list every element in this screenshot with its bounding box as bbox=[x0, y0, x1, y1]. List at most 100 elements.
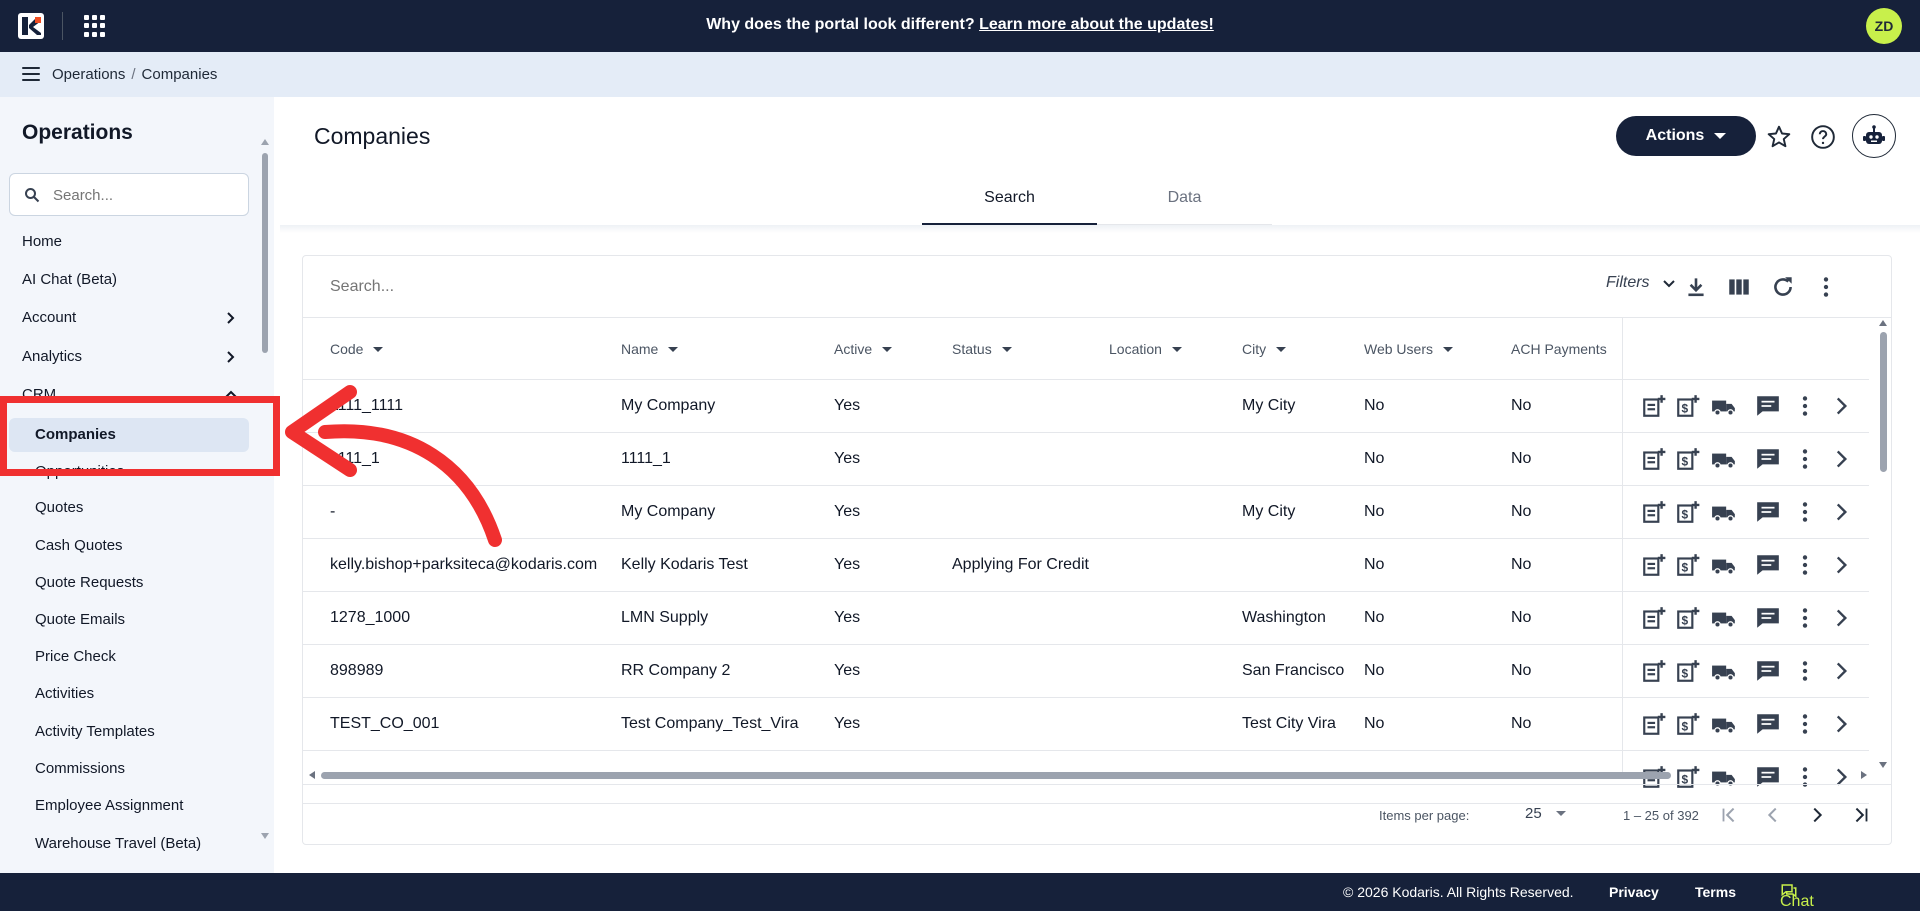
table-row[interactable]: 898989 RR Company 2 Yes San Francisco No No $ bbox=[303, 645, 1869, 698]
comment-icon[interactable] bbox=[1755, 711, 1781, 737]
add-payment-icon[interactable]: $ bbox=[1675, 711, 1701, 737]
first-page-icon[interactable] bbox=[1718, 804, 1740, 826]
previous-page-icon[interactable] bbox=[1762, 804, 1784, 826]
chevron-right-icon[interactable] bbox=[1828, 711, 1854, 737]
help-icon[interactable] bbox=[1810, 124, 1836, 150]
columns-icon[interactable] bbox=[1726, 274, 1752, 300]
table-row[interactable]: 1111_1 1111_1 Yes No No $ bbox=[303, 433, 1869, 486]
scrollbar-thumb[interactable] bbox=[1880, 332, 1887, 472]
shipping-truck-icon[interactable] bbox=[1711, 446, 1737, 472]
sidebar-item-activity-templates[interactable]: Activity Templates bbox=[35, 719, 155, 745]
scroll-down-arrow[interactable] bbox=[261, 833, 269, 839]
scrollbar-thumb[interactable] bbox=[321, 772, 1671, 779]
shipping-truck-icon[interactable] bbox=[1711, 658, 1737, 684]
add-note-icon[interactable] bbox=[1641, 499, 1667, 525]
comment-icon[interactable] bbox=[1755, 605, 1781, 631]
add-payment-icon[interactable]: $ bbox=[1675, 552, 1701, 578]
sidebar-item-cash-quotes[interactable]: Cash Quotes bbox=[35, 533, 123, 559]
table-row[interactable]: kelly.bishop+parksiteca@kodaris.com Kelly… bbox=[303, 539, 1869, 592]
more-vert-icon[interactable] bbox=[1813, 274, 1839, 300]
last-page-icon[interactable] bbox=[1850, 804, 1872, 826]
more-vert-icon[interactable] bbox=[1792, 393, 1818, 419]
add-note-icon[interactable] bbox=[1641, 552, 1667, 578]
scroll-up-arrow[interactable] bbox=[261, 139, 269, 145]
comment-icon[interactable] bbox=[1755, 499, 1781, 525]
table-horizontal-scrollbar[interactable] bbox=[307, 768, 1873, 782]
chevron-right-icon[interactable] bbox=[1828, 393, 1854, 419]
shipping-truck-icon[interactable] bbox=[1711, 393, 1737, 419]
column-header-name[interactable]: Name bbox=[621, 341, 679, 357]
more-vert-icon[interactable] bbox=[1792, 446, 1818, 472]
add-payment-icon[interactable]: $ bbox=[1675, 605, 1701, 631]
shipping-truck-icon[interactable] bbox=[1711, 552, 1737, 578]
sidebar-item-warehouse-travel[interactable]: Warehouse Travel (Beta) bbox=[35, 831, 201, 857]
chevron-right-icon[interactable] bbox=[1828, 658, 1854, 684]
sidebar-item-employee-assignment[interactable]: Employee Assignment bbox=[35, 793, 183, 819]
column-header-web-users[interactable]: Web Users bbox=[1364, 341, 1453, 357]
chevron-right-icon[interactable] bbox=[1828, 552, 1854, 578]
table-vertical-scrollbar[interactable] bbox=[1877, 318, 1889, 768]
footer-privacy-link[interactable]: Privacy bbox=[1609, 884, 1659, 900]
menu-hamburger-icon[interactable] bbox=[22, 67, 40, 81]
comment-icon[interactable] bbox=[1755, 658, 1781, 684]
column-header-city[interactable]: City bbox=[1242, 341, 1287, 357]
column-header-status[interactable]: Status bbox=[952, 341, 1012, 357]
breadcrumb-operations[interactable]: Operations bbox=[52, 66, 125, 83]
column-header-ach-payments[interactable]: ACH Payments bbox=[1511, 341, 1607, 357]
sidebar-item-quotes[interactable]: Quotes bbox=[35, 495, 83, 521]
chevron-right-icon[interactable] bbox=[1828, 499, 1854, 525]
more-vert-icon[interactable] bbox=[1792, 499, 1818, 525]
comment-icon[interactable] bbox=[1755, 393, 1781, 419]
add-note-icon[interactable] bbox=[1641, 393, 1667, 419]
shipping-truck-icon[interactable] bbox=[1711, 499, 1737, 525]
comment-icon[interactable] bbox=[1755, 552, 1781, 578]
sidebar-search-input[interactable] bbox=[53, 184, 233, 206]
add-note-icon[interactable] bbox=[1641, 658, 1667, 684]
scroll-right-arrow[interactable] bbox=[1861, 771, 1867, 779]
page-size-select[interactable]: 25 bbox=[1525, 805, 1566, 822]
shipping-truck-icon[interactable] bbox=[1711, 711, 1737, 737]
table-row[interactable]: TEST_CO_001 Test Company_Test_Vira Yes Test… bbox=[303, 698, 1869, 751]
filters-button[interactable]: Filters bbox=[1606, 274, 1676, 292]
more-vert-icon[interactable] bbox=[1792, 658, 1818, 684]
more-vert-icon[interactable] bbox=[1792, 552, 1818, 578]
sidebar-item-commissions[interactable]: Commissions bbox=[35, 756, 125, 782]
table-search-input[interactable] bbox=[330, 276, 1030, 298]
add-note-icon[interactable] bbox=[1641, 605, 1667, 631]
next-page-icon[interactable] bbox=[1806, 804, 1828, 826]
more-vert-icon[interactable] bbox=[1792, 605, 1818, 631]
apps-grid-icon[interactable] bbox=[84, 15, 106, 37]
star-icon[interactable] bbox=[1766, 124, 1792, 150]
actions-button[interactable]: Actions bbox=[1616, 116, 1756, 156]
sidebar-item-quote-emails[interactable]: Quote Emails bbox=[35, 607, 125, 633]
refresh-icon[interactable] bbox=[1770, 274, 1796, 300]
tab-data[interactable]: Data bbox=[1097, 177, 1272, 225]
table-row[interactable]: - My Company Yes My City No No $ bbox=[303, 486, 1869, 539]
scroll-down-arrow[interactable] bbox=[1879, 762, 1887, 768]
scroll-left-arrow[interactable] bbox=[309, 771, 315, 779]
sidebar-item-price-check[interactable]: Price Check bbox=[35, 644, 116, 670]
sidebar-item-quote-requests[interactable]: Quote Requests bbox=[35, 570, 143, 596]
comment-icon[interactable] bbox=[1755, 446, 1781, 472]
tab-search[interactable]: Search bbox=[922, 177, 1097, 225]
table-row[interactable]: 1278_1000 LMN Supply Yes Washington No No $ bbox=[303, 592, 1869, 645]
add-payment-icon[interactable]: $ bbox=[1675, 446, 1701, 472]
shipping-truck-icon[interactable] bbox=[1711, 605, 1737, 631]
add-payment-icon[interactable]: $ bbox=[1675, 658, 1701, 684]
sidebar-scrollbar[interactable] bbox=[258, 139, 270, 839]
download-icon[interactable] bbox=[1683, 274, 1709, 300]
sidebar-item-account[interactable]: Account bbox=[22, 305, 242, 331]
kodaris-logo[interactable] bbox=[18, 13, 44, 39]
column-header-location[interactable]: Location bbox=[1109, 341, 1182, 357]
more-vert-icon[interactable] bbox=[1792, 711, 1818, 737]
user-avatar[interactable]: ZD bbox=[1866, 8, 1902, 44]
add-note-icon[interactable] bbox=[1641, 446, 1667, 472]
add-payment-icon[interactable]: $ bbox=[1675, 499, 1701, 525]
add-note-icon[interactable] bbox=[1641, 711, 1667, 737]
scrollbar-thumb[interactable] bbox=[262, 153, 268, 353]
sidebar-item-analytics[interactable]: Analytics bbox=[22, 344, 242, 370]
chevron-right-icon[interactable] bbox=[1828, 605, 1854, 631]
chevron-right-icon[interactable] bbox=[1828, 446, 1854, 472]
sidebar-item-activities[interactable]: Activities bbox=[35, 681, 94, 707]
announcement-link[interactable]: Learn more about the updates! bbox=[979, 16, 1214, 33]
